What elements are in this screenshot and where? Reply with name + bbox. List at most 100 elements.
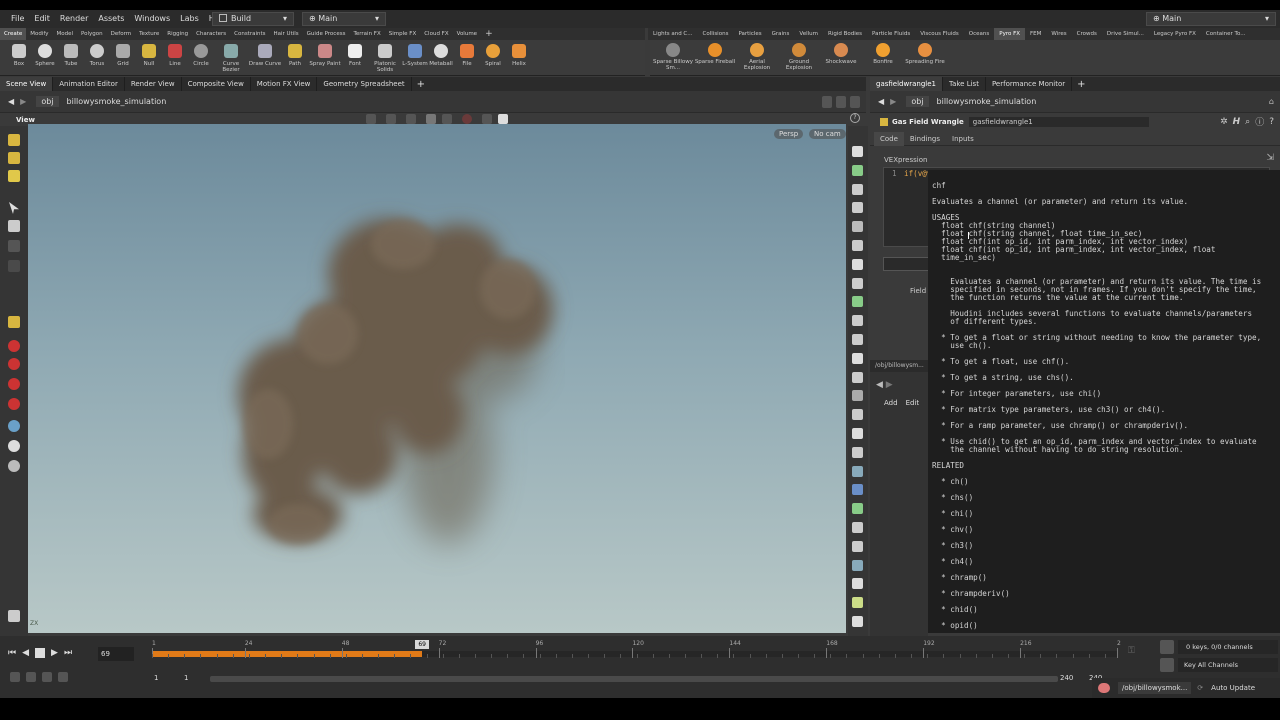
- context-dropdown[interactable]: ⊕ Main ▾: [302, 12, 386, 26]
- tile-icon[interactable]: [852, 540, 863, 552]
- back-arrow-icon[interactable]: ◀: [8, 97, 14, 106]
- tool-shockwave[interactable]: Shockwave: [820, 40, 862, 76]
- home-icon[interactable]: ⌂: [1269, 97, 1274, 106]
- add-tab-button[interactable]: +: [412, 79, 430, 90]
- record-icon[interactable]: [462, 114, 472, 124]
- forward-arrow-icon[interactable]: ▶: [890, 97, 896, 106]
- shelf-tab-polygon[interactable]: Polygon: [77, 28, 107, 40]
- tool-grid[interactable]: Grid: [110, 40, 136, 76]
- tab-gasfieldwrangle1[interactable]: gasfieldwrangle1: [870, 77, 943, 91]
- loop-icon[interactable]: [42, 672, 52, 682]
- menu-render[interactable]: Render: [55, 10, 93, 28]
- step-forward-icon[interactable]: ⏭: [64, 648, 72, 658]
- handle-tool-icon[interactable]: [406, 114, 416, 124]
- box-icon[interactable]: [852, 446, 863, 458]
- add-tab-button[interactable]: +: [1072, 79, 1090, 90]
- tool-aerial-explosion[interactable]: Aerial Explosion: [736, 40, 778, 76]
- quad-icon[interactable]: [852, 597, 863, 609]
- range-end[interactable]: 240: [1060, 674, 1073, 682]
- range-slider[interactable]: [210, 676, 1058, 682]
- background-icon[interactable]: [852, 296, 863, 308]
- range-start-2[interactable]: 1: [184, 674, 188, 682]
- shelf-tab-viscous-fluids[interactable]: Viscous Fluids: [915, 28, 964, 40]
- status-path[interactable]: /obj/billowysmok...: [1118, 682, 1192, 694]
- tab-take-list[interactable]: Take List: [943, 77, 986, 91]
- tool-torus[interactable]: Torus: [84, 40, 110, 76]
- pose-icon[interactable]: [8, 316, 20, 328]
- shelf-tab-container-to-[interactable]: Container To...: [1201, 28, 1251, 40]
- shelf-tab-rigid-bodies[interactable]: Rigid Bodies: [823, 28, 867, 40]
- layout-icon[interactable]: [852, 559, 863, 571]
- snapshot-icon[interactable]: [852, 522, 863, 533]
- shelf-tab-terrain-fx[interactable]: Terrain FX: [349, 28, 384, 40]
- arrow-select-icon[interactable]: [9, 202, 19, 214]
- refresh-icon[interactable]: ⟳: [1197, 684, 1203, 692]
- magnet-icon[interactable]: [8, 378, 20, 390]
- shelf-tab-texture[interactable]: Texture: [135, 28, 163, 40]
- audio-icon[interactable]: [26, 672, 36, 682]
- auto-update-menu[interactable]: Auto Update: [1211, 684, 1255, 692]
- visibility-icon[interactable]: [852, 146, 863, 157]
- gear-icon[interactable]: [498, 114, 508, 124]
- shelf-tab-create[interactable]: Create: [0, 28, 27, 40]
- key-all-channels-button[interactable]: Key All Channels: [1178, 658, 1278, 672]
- shelf-tab-crowds[interactable]: Crowds: [1072, 28, 1102, 40]
- info-icon[interactable]: ⓘ: [1255, 115, 1264, 128]
- step-back-icon[interactable]: ◀: [22, 648, 29, 658]
- shelf-tab-particle-fluids[interactable]: Particle Fluids: [867, 28, 915, 40]
- settings-icon[interactable]: [58, 672, 68, 682]
- tool-curve-bezier[interactable]: Curve Bezier: [214, 40, 248, 76]
- tool-l-system[interactable]: L-System: [402, 40, 428, 76]
- desktop-dropdown[interactable]: Build ▾: [212, 12, 294, 26]
- tool-platonic-solids[interactable]: Platonic Solids: [368, 40, 402, 76]
- shelf-tab-constraints[interactable]: Constraints: [230, 28, 269, 40]
- magnet-icon[interactable]: [8, 398, 20, 410]
- select-point-icon[interactable]: [8, 170, 20, 182]
- tool-bonfire[interactable]: Bonfire: [862, 40, 904, 76]
- wire-icon[interactable]: [852, 221, 863, 233]
- lock-icon[interactable]: [8, 220, 20, 232]
- tab-animation-editor[interactable]: Animation Editor: [53, 77, 125, 91]
- back-arrow-icon[interactable]: ◀: [878, 97, 884, 106]
- shelf-tab-fem[interactable]: FEM: [1025, 28, 1046, 40]
- magnet-icon[interactable]: [8, 358, 20, 370]
- shelf-tab-lights-and-c-[interactable]: Lights and C...: [648, 28, 698, 40]
- context-right-dropdown[interactable]: ⊕ Main ▾: [1146, 12, 1276, 26]
- tool-spray-paint[interactable]: Spray Paint: [308, 40, 342, 76]
- realtime-icon[interactable]: [10, 672, 20, 682]
- help-h-icon[interactable]: H: [1233, 117, 1241, 127]
- shelf-tab-deform[interactable]: Deform: [107, 28, 135, 40]
- shelf-tab-simple-fx[interactable]: Simple FX: [385, 28, 420, 40]
- scene-viewport[interactable]: Persp No cam ZX: [28, 124, 846, 633]
- brush-icon[interactable]: [852, 409, 863, 421]
- select-tool-icon[interactable]: [366, 114, 376, 124]
- layout-icon[interactable]: [850, 95, 860, 108]
- menu-file[interactable]: File: [6, 10, 29, 28]
- tab-render-view[interactable]: Render View: [125, 77, 182, 91]
- path-root[interactable]: obj: [906, 96, 929, 107]
- range-start[interactable]: 1: [154, 674, 158, 682]
- select-geo-icon[interactable]: [8, 134, 20, 146]
- tool-icon[interactable]: [8, 240, 20, 252]
- forward-arrow-icon[interactable]: ▶: [20, 97, 26, 106]
- pin-icon[interactable]: [822, 95, 832, 108]
- param-tab-inputs[interactable]: Inputs: [946, 132, 980, 146]
- snap-point-icon[interactable]: [8, 440, 20, 452]
- tool-path[interactable]: Path: [282, 40, 308, 76]
- tool-ground-explosion[interactable]: Ground Explosion: [778, 40, 820, 76]
- tool-null[interactable]: Null: [136, 40, 162, 76]
- path-root[interactable]: obj: [36, 96, 59, 107]
- link-icon[interactable]: [836, 95, 846, 108]
- light-icon[interactable]: [852, 258, 863, 270]
- count-icon[interactable]: [852, 428, 863, 439]
- menu-labs[interactable]: Labs: [175, 10, 204, 28]
- info-icon[interactable]: [852, 578, 863, 590]
- menu-windows[interactable]: Windows: [129, 10, 175, 28]
- shelf-tab-oceans[interactable]: Oceans: [964, 28, 994, 40]
- point-icon[interactable]: [852, 371, 863, 383]
- flipbook-icon[interactable]: [8, 610, 20, 622]
- path-node[interactable]: billowysmoke_simulation: [67, 97, 167, 106]
- volume-icon[interactable]: [852, 503, 863, 515]
- shelf-tab-hair-utils[interactable]: Hair Utils: [270, 28, 303, 40]
- gear-icon[interactable]: ✲: [1220, 117, 1228, 127]
